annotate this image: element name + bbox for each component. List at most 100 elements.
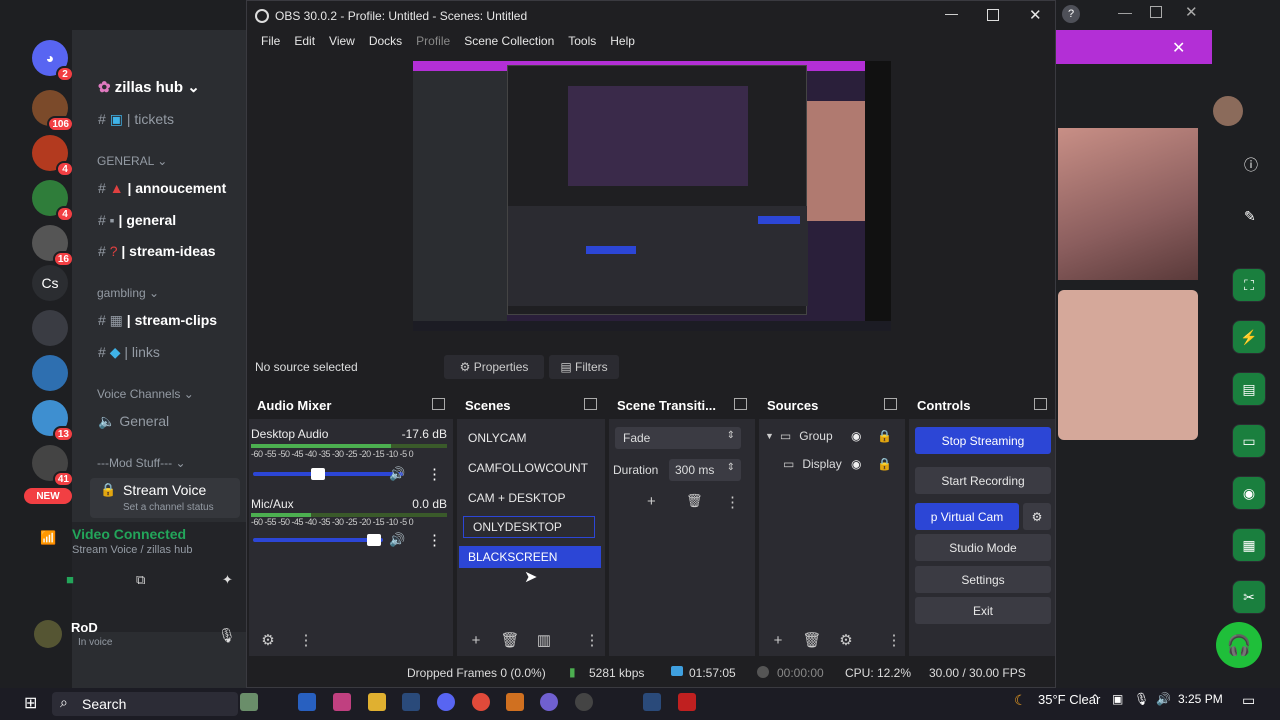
filters-button[interactable]: ▤ Filters: [549, 355, 619, 379]
video-tile[interactable]: [1058, 290, 1198, 440]
stop-streaming-button[interactable]: Stop Streaming: [915, 427, 1051, 454]
minimize-icon[interactable]: —: [1118, 4, 1132, 20]
advanced-audio-icon[interactable]: ⚙: [257, 631, 279, 649]
popout-icon[interactable]: [884, 398, 897, 410]
lightning-icon[interactable]: ⚡: [1232, 320, 1266, 354]
server-icon[interactable]: 4: [32, 180, 74, 222]
channel-annoucement[interactable]: # ▲ | annoucement: [98, 180, 226, 196]
server-icon[interactable]: 4: [32, 135, 74, 177]
scene-item[interactable]: ONLYCAM: [459, 427, 601, 449]
add-transition-icon[interactable]: +: [647, 493, 656, 510]
server-icon[interactable]: 13: [32, 400, 74, 442]
add-scene-icon[interactable]: +: [465, 632, 487, 649]
transition-select[interactable]: Fade ⇕: [615, 427, 741, 449]
menu-profile[interactable]: Profile: [416, 34, 450, 48]
scene-item[interactable]: CAM + DESKTOP: [459, 487, 601, 509]
screenshare-icon[interactable]: ⧉: [136, 572, 145, 588]
obs-icon[interactable]: [575, 693, 593, 711]
taskbar-app-icon[interactable]: [540, 693, 558, 711]
store-icon[interactable]: [298, 693, 316, 711]
popout-icon[interactable]: [584, 398, 597, 410]
server-cs[interactable]: Cs: [32, 265, 68, 301]
channel-tickets[interactable]: # ▣ | tickets: [98, 111, 174, 128]
camera-icon[interactable]: ■: [36, 572, 104, 592]
filter-icon[interactable]: ▥: [533, 631, 555, 649]
close-icon[interactable]: ✕: [1029, 6, 1042, 24]
activities-icon[interactable]: ✦: [222, 572, 233, 588]
channel-stream-ideas[interactable]: # ? | stream-ideas: [98, 243, 216, 259]
menu-edit[interactable]: Edit: [294, 34, 315, 48]
server-icon[interactable]: 16: [32, 225, 74, 267]
video-tile[interactable]: [1058, 128, 1198, 280]
source-item-group[interactable]: ▼ ▭ Group ◉ 🔒: [765, 429, 903, 443]
eye-icon[interactable]: ◉: [851, 457, 861, 471]
chrome-icon[interactable]: [472, 693, 490, 711]
taskbar-app-icon[interactable]: [678, 693, 696, 711]
server-icon[interactable]: 41: [32, 445, 74, 487]
expand-icon[interactable]: ▼: [765, 431, 774, 441]
close-banner-icon[interactable]: ✕: [1172, 38, 1185, 58]
more-icon[interactable]: ⋮: [883, 631, 905, 649]
more-icon[interactable]: ⋮: [427, 465, 442, 483]
scene-item-editing[interactable]: ONLYDESKTOP: [463, 516, 595, 538]
lock-icon[interactable]: 🔒: [877, 457, 892, 471]
channel-links[interactable]: # ◆ | links: [98, 344, 160, 361]
slider-handle[interactable]: [367, 534, 381, 546]
taskbar-app-icon[interactable]: [506, 693, 524, 711]
discord-home-icon[interactable]: ◕ 2: [32, 40, 74, 82]
duration-input[interactable]: 300 ms ⇕: [669, 459, 741, 481]
add-source-icon[interactable]: +: [767, 632, 789, 649]
volume-icon[interactable]: 🔊: [1156, 692, 1171, 706]
stepper-icon[interactable]: ⇕: [727, 462, 735, 473]
server-name-header[interactable]: ✿ zillas hub ⌄: [98, 78, 200, 96]
more-icon[interactable]: ⋮: [725, 493, 740, 511]
channel-stream-voice[interactable]: 🔒 Stream Voice Set a channel status: [90, 478, 240, 518]
properties-button[interactable]: ⚙ Properties: [444, 355, 544, 379]
eye-icon[interactable]: ◉: [851, 429, 861, 443]
minimize-icon[interactable]: —: [945, 6, 958, 21]
slider-handle[interactable]: [311, 468, 325, 480]
start-recording-button[interactable]: Start Recording: [915, 467, 1051, 494]
scene-item[interactable]: CAMFOLLOWCOUNT: [459, 457, 601, 479]
studio-mode-button[interactable]: Studio Mode: [915, 534, 1051, 561]
taskbar-app-icon[interactable]: [333, 693, 351, 711]
menu-file[interactable]: File: [261, 34, 280, 48]
virtual-camera-button[interactable]: p Virtual Cam: [915, 503, 1019, 530]
desktop-volume-slider[interactable]: [253, 472, 403, 476]
speaker-icon[interactable]: 🔊: [389, 466, 405, 482]
headset-icon[interactable]: 🎧: [1216, 622, 1262, 668]
trash-icon[interactable]: 🗑: [499, 631, 521, 649]
folder-icon[interactable]: [368, 693, 386, 711]
tray-chevron-icon[interactable]: ⌃: [1090, 692, 1100, 706]
steam-icon[interactable]: [402, 693, 420, 711]
info-icon[interactable]: ⓘ: [1244, 155, 1258, 175]
maximize-icon[interactable]: [1150, 6, 1162, 18]
chat-icon[interactable]: ▭: [1232, 424, 1266, 458]
exit-button[interactable]: Exit: [915, 597, 1051, 624]
more-icon[interactable]: ⋮: [581, 631, 603, 649]
broadcast-icon[interactable]: ◉: [1232, 476, 1266, 510]
menu-view[interactable]: View: [329, 34, 355, 48]
tray-icon[interactable]: ▣: [1112, 692, 1123, 706]
settings-button[interactable]: Settings: [915, 566, 1051, 593]
clock[interactable]: 3:25 PM: [1178, 692, 1223, 706]
channel-general[interactable]: # ▪ | general: [98, 212, 176, 228]
trash-icon[interactable]: 🗑: [686, 493, 703, 509]
discord-icon[interactable]: [437, 693, 455, 711]
source-item-display[interactable]: ▭ Display ◉ 🔒: [783, 457, 903, 471]
popout-icon[interactable]: [1034, 398, 1047, 410]
mic-icon[interactable]: 🎙: [1134, 692, 1149, 706]
help-icon[interactable]: ?: [1062, 5, 1080, 23]
more-icon[interactable]: ⋮: [427, 531, 442, 549]
user-avatar[interactable]: [34, 620, 62, 648]
category-voice[interactable]: Voice Channels ⌄: [97, 387, 194, 401]
steam-icon[interactable]: [643, 693, 661, 711]
channel-stream-clips[interactable]: # ▦ | stream-clips: [98, 312, 217, 329]
popout-icon[interactable]: [734, 398, 747, 410]
pencil-icon[interactable]: ✎: [1244, 208, 1256, 225]
close-icon[interactable]: ✕: [1185, 3, 1198, 21]
more-icon[interactable]: ⋮: [295, 631, 317, 649]
notifications-icon[interactable]: ▭: [1242, 692, 1255, 709]
server-icon[interactable]: [32, 310, 68, 346]
menu-tools[interactable]: Tools: [568, 34, 596, 48]
